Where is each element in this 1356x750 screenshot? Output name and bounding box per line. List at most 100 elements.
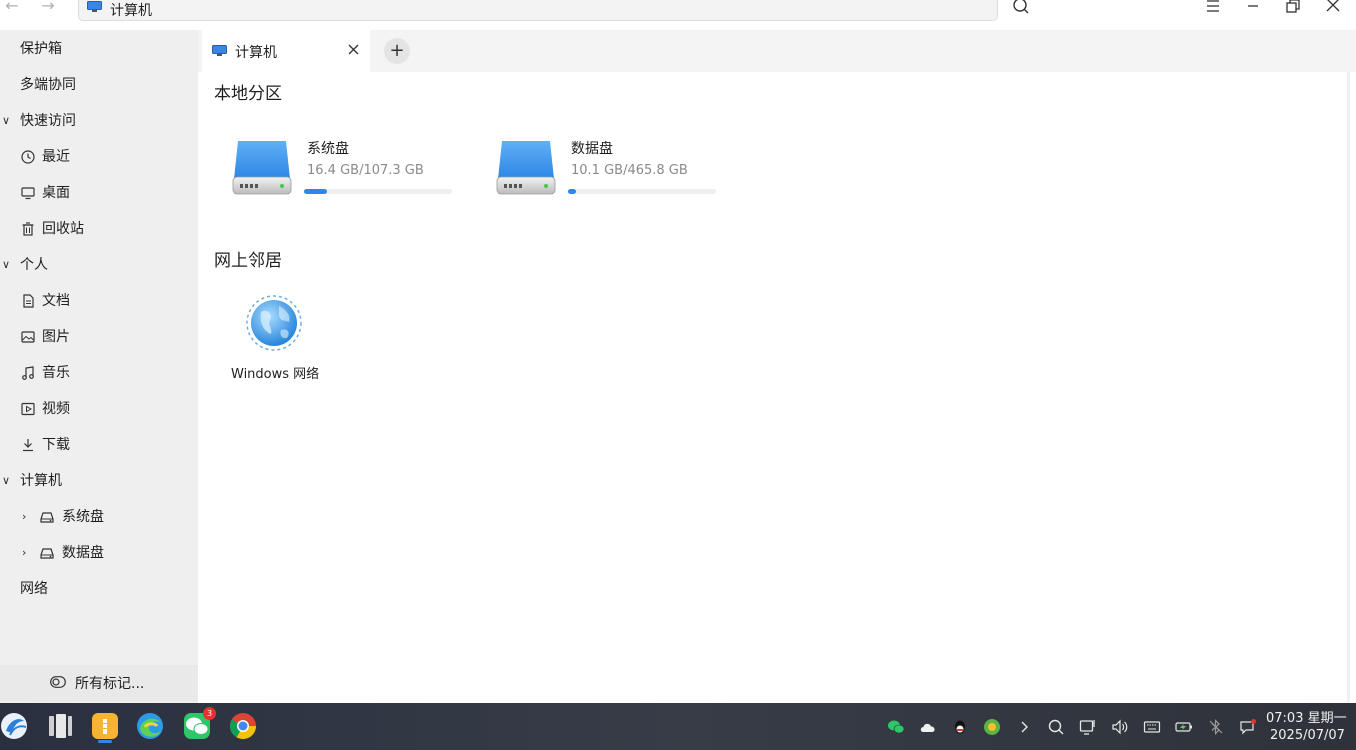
- drive-icon: [40, 548, 54, 559]
- address-path: 计算机: [110, 3, 152, 19]
- sidebar-item-recent[interactable]: 最近: [0, 143, 198, 171]
- sidebar-item-pictures[interactable]: 图片: [0, 323, 198, 351]
- section-title-network: 网上邻居: [214, 251, 282, 271]
- hamburger-menu-icon: [1207, 0, 1219, 12]
- close-tab-button[interactable]: [346, 41, 362, 59]
- arrow-right-icon: →: [41, 0, 55, 15]
- sidebar-item-label: 数据盘: [62, 545, 104, 561]
- sidebar-item-label: 多端协同: [20, 77, 76, 93]
- chevron-down-icon[interactable]: ∨: [2, 251, 14, 279]
- active-app-indicator: [98, 740, 112, 743]
- sidebar-item-label: 保护箱: [20, 41, 62, 57]
- sidebar-item-downloads[interactable]: 下载: [0, 431, 198, 459]
- sidebar-item-data-disk[interactable]: › 数据盘: [0, 539, 198, 567]
- download-icon: [23, 439, 33, 452]
- close-icon: [348, 44, 359, 55]
- clock-icon: [21, 150, 35, 164]
- close-icon: [1326, 0, 1340, 12]
- section-title-local: 本地分区: [214, 84, 282, 104]
- multitask-view-icon[interactable]: [45, 711, 75, 741]
- menu-button[interactable]: [1203, 0, 1223, 17]
- drive-usage-bar: [568, 189, 716, 194]
- sidebar-item-network[interactable]: 网络: [0, 575, 198, 603]
- hard-drive-icon: [496, 141, 556, 195]
- drive-item-data[interactable]: 数据盘 10.1 GB/465.8 GB: [494, 135, 734, 225]
- chevron-right-icon[interactable]: [1015, 718, 1033, 736]
- sidebar-item-desktop[interactable]: 桌面: [0, 179, 198, 207]
- sidebar-item-trash[interactable]: 回收站: [0, 215, 198, 243]
- sidebar-group-label: 计算机: [20, 473, 62, 489]
- sidebar-item-music[interactable]: 音乐: [0, 359, 198, 387]
- hard-drive-icon: [232, 141, 292, 195]
- launcher-icon[interactable]: [0, 711, 30, 741]
- drive-item-system[interactable]: 系统盘 16.4 GB/107.3 GB: [230, 135, 470, 225]
- sidebar-item-videos[interactable]: 视频: [0, 395, 198, 423]
- sidebar-item-label: 文档: [42, 293, 70, 309]
- network-item-windows[interactable]: Windows 网络: [228, 292, 324, 388]
- search-icon: [1013, 0, 1029, 14]
- keyboard-icon[interactable]: [1143, 718, 1161, 736]
- sidebar-item-label: 视频: [42, 401, 70, 417]
- sidebar-item-label: 系统盘: [62, 509, 104, 525]
- sidebar-item-vault[interactable]: 保护箱: [0, 35, 198, 63]
- edge-browser-icon[interactable]: [135, 711, 165, 741]
- tag-toggle-icon: [50, 676, 66, 688]
- drive-size: 10.1 GB/465.8 GB: [571, 163, 688, 178]
- sidebar-group-personal[interactable]: ∨ 个人: [0, 251, 198, 279]
- sidebar-item-documents[interactable]: 文档: [0, 287, 198, 315]
- tab-label: 计算机: [235, 45, 277, 61]
- green-app-icon[interactable]: [983, 718, 1001, 736]
- chevron-right-icon[interactable]: ›: [22, 503, 34, 531]
- chevron-right-icon[interactable]: ›: [22, 539, 34, 567]
- image-icon: [21, 331, 35, 343]
- chevron-down-icon[interactable]: ∨: [2, 107, 14, 135]
- monitor-icon: [21, 187, 35, 200]
- file-manager-icon[interactable]: [90, 711, 120, 741]
- drive-name: 系统盘: [307, 141, 349, 157]
- network-item-label: Windows 网络: [231, 367, 320, 382]
- search-tray-icon[interactable]: [1047, 718, 1065, 736]
- document-icon: [23, 294, 34, 308]
- sidebar-group-computer[interactable]: ∨ 计算机: [0, 467, 198, 495]
- wechat-tray-icon[interactable]: [887, 718, 905, 736]
- qq-icon[interactable]: [951, 718, 969, 736]
- bluetooth-off-icon[interactable]: [1207, 718, 1225, 736]
- clock-time[interactable]: 07:03 星期一: [1266, 707, 1347, 726]
- sidebar-item-label: 音乐: [42, 365, 70, 381]
- notification-icon[interactable]: [1239, 718, 1257, 736]
- restore-icon: [1286, 0, 1300, 13]
- drive-usage-fill: [304, 189, 327, 194]
- sidebar-item-label: 回收站: [42, 221, 84, 237]
- all-tags-button[interactable]: 所有标记...: [0, 665, 198, 701]
- forward-button[interactable]: →: [36, 0, 60, 14]
- clock-date[interactable]: 2025/07/07: [1270, 728, 1345, 743]
- main-content: 计算机 + 本地分区 系统盘 16.4 GB/107.3 GB 数据盘 10.1…: [198, 30, 1356, 703]
- volume-icon[interactable]: [1111, 718, 1129, 736]
- search-button[interactable]: [1011, 0, 1031, 17]
- sidebar-item-system-disk[interactable]: › 系统盘: [0, 503, 198, 531]
- address-bar[interactable]: 计算机: [78, 0, 998, 21]
- trash-icon: [22, 222, 34, 236]
- video-icon: [21, 402, 35, 416]
- sidebar-item-label: 最近: [42, 149, 70, 165]
- sidebar-item-multi-device[interactable]: 多端协同: [0, 71, 198, 99]
- chevron-down-icon[interactable]: ∨: [2, 467, 14, 495]
- new-tab-button[interactable]: +: [384, 38, 410, 64]
- back-button[interactable]: ←: [0, 0, 24, 14]
- chrome-icon[interactable]: [228, 711, 258, 741]
- computer-icon: [212, 45, 227, 56]
- sidebar-item-label: 网络: [20, 581, 48, 597]
- close-button[interactable]: [1323, 0, 1343, 17]
- sidebar-item-label: 桌面: [42, 185, 70, 201]
- drive-usage-bar: [304, 189, 452, 194]
- tab-computer[interactable]: 计算机: [202, 30, 370, 72]
- battery-icon[interactable]: [1175, 718, 1193, 736]
- cloud-icon[interactable]: [919, 718, 937, 736]
- screen-cast-icon[interactable]: [1079, 718, 1097, 736]
- sidebar-group-quick-access[interactable]: ∨ 快速访问: [0, 107, 198, 135]
- arrow-left-icon: ←: [5, 0, 19, 15]
- minimize-button[interactable]: [1243, 0, 1263, 17]
- scrollbar[interactable]: [1347, 72, 1350, 702]
- globe-icon: [246, 295, 302, 351]
- restore-button[interactable]: [1283, 0, 1303, 17]
